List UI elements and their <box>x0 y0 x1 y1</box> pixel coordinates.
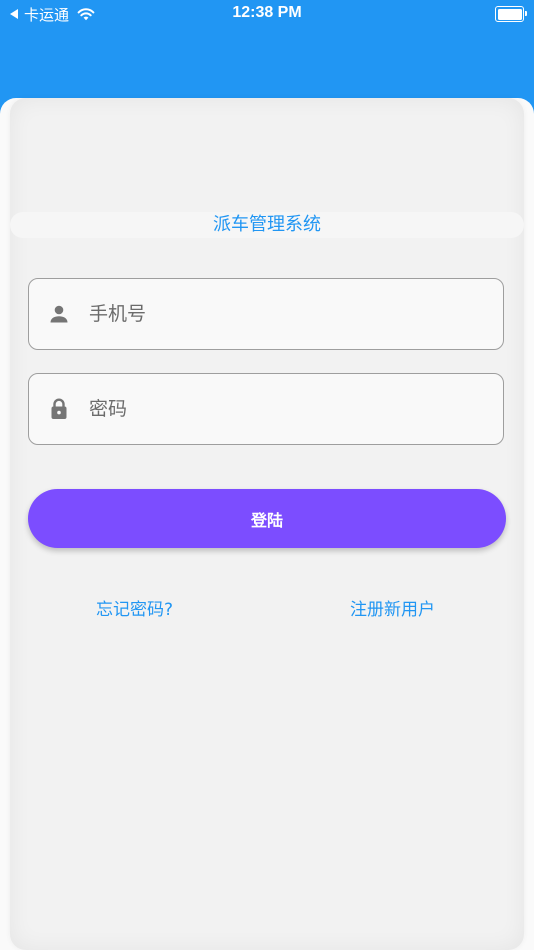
register-link[interactable]: 注册新用户 <box>350 598 435 622</box>
phone-field[interactable] <box>28 278 504 350</box>
person-icon <box>50 305 68 323</box>
password-input[interactable] <box>89 374 489 443</box>
system-title: 派车管理系统 <box>213 214 321 235</box>
lock-icon <box>51 398 67 419</box>
phone-input[interactable] <box>89 279 489 348</box>
forgot-password-link[interactable]: 忘记密码? <box>96 598 173 622</box>
battery-icon <box>495 6 527 22</box>
status-bar: 卡运通 12:38 PM <box>0 0 534 28</box>
status-time: 12:38 PM <box>232 4 302 21</box>
password-field[interactable] <box>28 373 504 445</box>
login-button[interactable]: 登陆 <box>28 489 506 548</box>
